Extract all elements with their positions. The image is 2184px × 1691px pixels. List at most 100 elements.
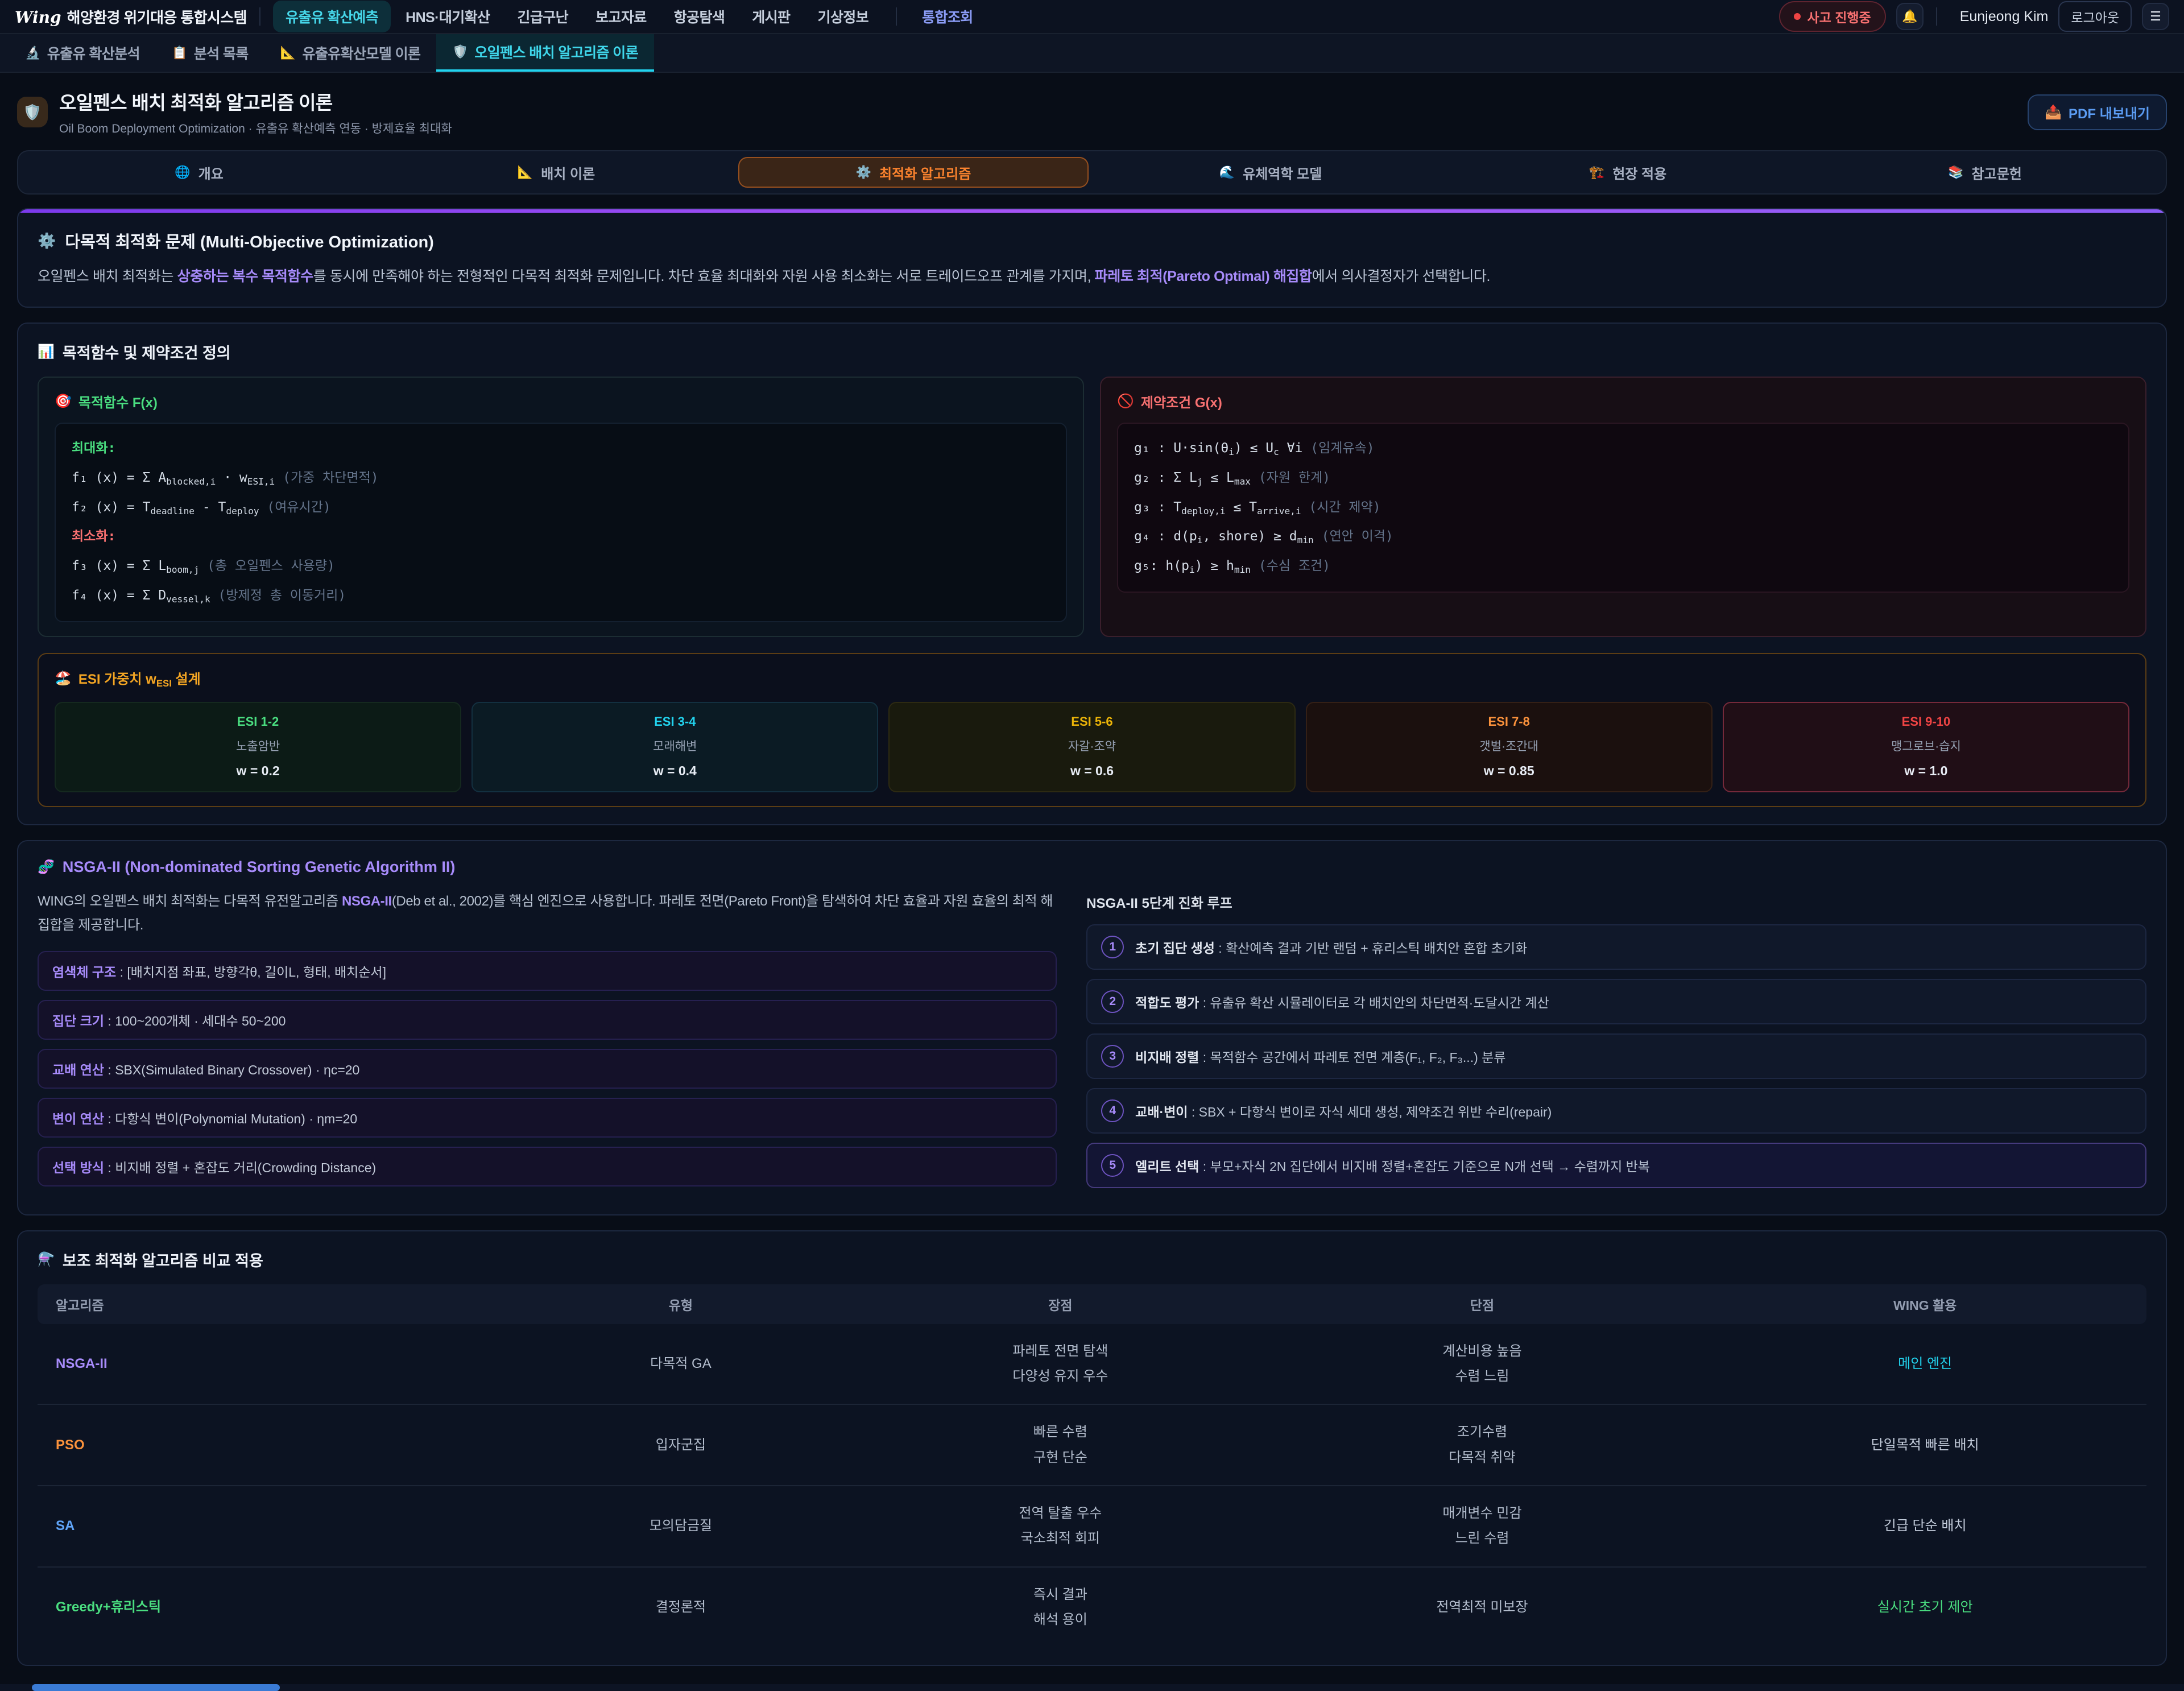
esi-weights-title: 🏖️ ESI 가중치 wESI 설계 (55, 668, 2129, 689)
algorithm-type: 결정론적 (502, 1567, 860, 1648)
algorithm-name: SA (38, 1486, 502, 1567)
tab-overview[interactable]: 🌐 개요 (24, 157, 374, 188)
subtab-oil-spill-analysis[interactable]: 🔬 유출유 확산분석 (9, 34, 156, 72)
param-selection: 선택 방식 : 비지배 정렬 + 혼잡도 거리(Crowding Distanc… (38, 1147, 1057, 1186)
page-title: 오일펜스 배치 최적화 알고리즘 이론 (59, 88, 452, 115)
algorithm-pros: 빠른 수렴 구현 단순 (860, 1404, 1261, 1486)
step-number: 4 (1101, 1099, 1124, 1122)
section-tab-bar: 🌐 개요 📐 배치 이론 ⚙️ 최적화 알고리즘 🌊 유체역학 모델 🏗️ 현장… (17, 150, 2167, 195)
hamburger-menu-button[interactable]: ☰ (2142, 3, 2169, 30)
evolution-step-4: 4 교배·변이 : SBX + 다항식 변이로 자식 세대 생성, 제약조건 위… (1086, 1088, 2146, 1134)
horizontal-scrollbar[interactable] (0, 1684, 2184, 1691)
page-subtitle: Oil Boom Deployment Optimization · 유출유 확… (59, 119, 452, 137)
gear-icon: ⚙️ (856, 165, 871, 180)
algorithm-type: 입자군집 (502, 1404, 860, 1486)
app-root: Wing 해양환경 위기대응 통합시스템 유출유 확산예측 HNS·대기확산 긴… (0, 0, 2184, 1691)
app-logo[interactable]: Wing 해양환경 위기대응 통합시스템 (15, 6, 247, 27)
param-crossover: 교배 연산 : SBX(Simulated Binary Crossover) … (38, 1049, 1057, 1089)
col-wing-usage: WING 활용 (1703, 1284, 2146, 1324)
divider (259, 7, 260, 26)
algorithm-pros: 전역 탈출 우수 국소최적 회피 (860, 1486, 1261, 1567)
nsga2-evolution-loop: NSGA-II 5단계 진화 루프 1 초기 집단 생성 : 확산예측 결과 기… (1086, 890, 2146, 1197)
objectives-constraints-card: 📊 목적함수 및 제약조건 정의 🎯 목적함수 F(x) 최대화:f₁ (x) … (17, 323, 2167, 825)
esi-range: ESI 9-10 (1733, 714, 2119, 729)
multi-objective-intro-card: ⚙️ 다목적 최적화 문제 (Multi-Objective Optimizat… (17, 208, 2167, 308)
esi-weight-card-3-4: ESI 3-4 모래해변 w = 0.4 (471, 702, 878, 792)
wing-usage: 메인 엔진 (1703, 1324, 2146, 1405)
app-title: 해양환경 위기대응 통합시스템 (67, 6, 247, 27)
nav-aerial-search[interactable]: 항공탐색 (661, 1, 738, 32)
subtab-boom-algorithm-theory[interactable]: 🛡️ 오일펜스 배치 알고리즘 이론 (436, 34, 654, 72)
clipboard-icon: 📋 (172, 46, 187, 60)
incident-badge-label: 사고 진행중 (1807, 7, 1871, 26)
algorithm-comparison-card: ⚗️ 보조 최적화 알고리즘 비교 적용 알고리즘 유형 장점 단점 WING … (17, 1230, 2167, 1666)
esi-weight-card-7-8: ESI 7-8 갯벌·조간대 w = 0.85 (1306, 702, 1713, 792)
evolution-loop-title: NSGA-II 5단계 진화 루프 (1086, 892, 2146, 912)
objective-function-formulas: 최대화:f₁ (x) = Σ Ablocked,i · wESI,i (가중 차… (55, 423, 1067, 622)
esi-weight-value: w = 0.6 (899, 763, 1285, 779)
topbar: Wing 해양환경 위기대응 통합시스템 유출유 확산예측 HNS·대기확산 긴… (0, 0, 2184, 34)
subtab-label: 오일펜스 배치 알고리즘 이론 (474, 42, 638, 62)
tab-field-application[interactable]: 🏗️ 현장 적용 (1453, 157, 1803, 188)
objective-function-title: 🎯 목적함수 F(x) (55, 391, 1067, 411)
algorithm-name: PSO (38, 1404, 502, 1486)
col-type: 유형 (502, 1284, 860, 1324)
esi-weight-card-9-10: ESI 9-10 맹그로브·습지 w = 1.0 (1723, 702, 2129, 792)
algorithm-cons: 매개변수 민감 느린 수렴 (1261, 1486, 1704, 1567)
bar-chart-icon: 📊 (38, 344, 55, 360)
section-heading: ⚙️ 다목적 최적화 문제 (Multi-Objective Optimizat… (38, 229, 2146, 253)
param-chromosome: 염색체 구조 : [배치지점 좌표, 방향각θ, 길이L, 형태, 배치순서] (38, 951, 1057, 991)
evolution-step-2: 2 적합도 평가 : 유출유 확산 시뮬레이터로 각 배치안의 차단면적·도달시… (1086, 979, 2146, 1024)
evolution-step-5: 5 엘리트 선택 : 부모+자식 2N 집단에서 비지배 정렬+혼잡도 기준으로… (1086, 1143, 2146, 1188)
table-row-greedy: Greedy+휴리스틱 결정론적 즉시 결과 해석 용이 전역최적 미보장 실시… (38, 1567, 2146, 1648)
tab-hydrodynamics-model[interactable]: 🌊 유체역학 모델 (1095, 157, 1446, 188)
scrollbar-thumb[interactable] (32, 1684, 280, 1691)
bell-icon: 🔔 (1902, 9, 1917, 24)
tab-deployment-theory[interactable]: 📐 배치 이론 (381, 157, 731, 188)
subtab-analysis-list[interactable]: 📋 분석 목록 (156, 34, 264, 72)
algorithm-comparison-table: 알고리즘 유형 장점 단점 WING 활용 NSGA-II 다목적 GA 파레토… (38, 1284, 2146, 1648)
esi-shore-type: 갯벌·조간대 (1316, 737, 1702, 754)
pdf-export-button[interactable]: 📤 PDF 내보내기 (2028, 94, 2167, 130)
main-nav: 유출유 확산예측 HNS·대기확산 긴급구난 보고자료 항공탐색 게시판 기상정… (273, 1, 988, 32)
esi-shore-type: 자갈·조약 (899, 737, 1285, 754)
esi-weight-value: w = 0.2 (65, 763, 451, 779)
subtab-label: 분석 목록 (194, 43, 249, 63)
esi-weight-value: w = 0.4 (482, 763, 868, 779)
constraints-title: 🚫 제약조건 G(x) (1117, 391, 2129, 411)
tab-optimization-algorithm[interactable]: ⚙️ 최적화 알고리즘 (738, 157, 1089, 188)
wave-icon: 🌊 (1219, 165, 1235, 180)
constraints-panel: 🚫 제약조건 G(x) g₁ : U·sin(θi) ≤ Uc ∀i (임계유속… (1100, 377, 2146, 637)
divider (1936, 7, 1937, 26)
nav-emergency-rescue[interactable]: 긴급구난 (504, 1, 581, 32)
esi-weight-value: w = 1.0 (1733, 763, 2119, 779)
esi-weights-card: 🏖️ ESI 가중치 wESI 설계 ESI 1-2 노출암반 w = 0.2 … (38, 653, 2146, 807)
alembic-icon: ⚗️ (38, 1251, 55, 1268)
table-row-nsga2: NSGA-II 다목적 GA 파레토 전면 탐색 다양성 유지 우수 계산비용 … (38, 1324, 2146, 1405)
nav-oil-spill-prediction[interactable]: 유출유 확산예측 (273, 1, 391, 32)
nav-reports[interactable]: 보고자료 (583, 1, 659, 32)
nav-board[interactable]: 게시판 (739, 1, 803, 32)
table-row-sa: SA 모의담금질 전역 탈출 우수 국소최적 회피 매개변수 민감 느린 수렴 … (38, 1486, 2146, 1567)
subtab-diffusion-model-theory[interactable]: 📐 유출유확산모델 이론 (264, 34, 437, 72)
tab-references[interactable]: 📚 참고문헌 (1810, 157, 2160, 188)
col-algorithm: 알고리즘 (38, 1284, 502, 1324)
section-heading: ⚗️ 보조 최적화 알고리즘 비교 적용 (38, 1248, 2146, 1271)
nav-weather-info[interactable]: 기상정보 (805, 1, 881, 32)
nav-hns-air-diffusion[interactable]: HNS·대기확산 (393, 1, 502, 32)
construction-icon: 🏗️ (1589, 165, 1604, 180)
esi-shore-type: 맹그로브·습지 (1733, 737, 2119, 754)
evolution-step-1: 1 초기 집단 생성 : 확산예측 결과 기반 랜덤 + 휴리스틱 배치안 혼합… (1086, 924, 2146, 970)
table-row-pso: PSO 입자군집 빠른 수렴 구현 단순 조기수렴 다목적 취약 단일목적 빠른… (38, 1404, 2146, 1486)
logout-button[interactable]: 로그아웃 (2058, 1, 2132, 32)
wing-usage: 실시간 초기 제안 (1703, 1567, 2146, 1648)
notification-bell-button[interactable]: 🔔 (1896, 3, 1924, 30)
algorithm-name: Greedy+휴리스틱 (38, 1567, 502, 1648)
nav-integrated-search[interactable]: 통합조회 (909, 1, 986, 32)
triangle-ruler-icon: 📐 (280, 46, 296, 60)
algorithm-cons: 조기수렴 다목적 취약 (1261, 1404, 1704, 1486)
subtab-label: 유출유 확산분석 (47, 43, 140, 63)
algorithm-type: 모의담금질 (502, 1486, 860, 1567)
main-content: ⚙️ 다목적 최적화 문제 (Multi-Objective Optimizat… (17, 208, 2167, 1666)
microscope-icon: 🔬 (25, 46, 40, 60)
